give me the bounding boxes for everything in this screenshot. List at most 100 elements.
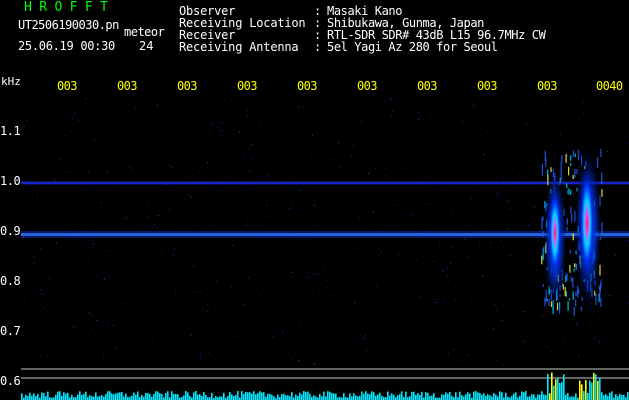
histogram-bar — [27, 396, 29, 400]
histogram-bar — [177, 394, 179, 400]
histogram-bar — [329, 391, 331, 400]
noise-speck — [403, 257, 405, 259]
noise-speck — [146, 203, 148, 205]
noise-speck — [175, 169, 177, 171]
histogram-bar — [525, 391, 527, 400]
histogram-bar — [271, 394, 273, 400]
noise-speck — [621, 127, 623, 129]
histogram-bar — [223, 392, 225, 400]
noise-speck — [362, 145, 364, 147]
noise-speck — [49, 194, 51, 195]
noise-speck — [431, 185, 433, 187]
noise-speck — [251, 349, 253, 351]
noise-speck — [85, 98, 87, 100]
histogram-bar — [449, 392, 451, 400]
noise-speck — [135, 356, 137, 358]
noise-speck — [214, 199, 216, 200]
noise-speck — [391, 224, 393, 226]
histogram-bar — [585, 380, 587, 400]
noise-speck — [356, 341, 358, 343]
noise-speck — [90, 165, 92, 167]
noise-speck — [104, 277, 106, 279]
histogram-bar — [615, 394, 617, 400]
noise-speck — [339, 165, 341, 167]
noise-speck — [130, 168, 132, 170]
histogram-bar — [321, 396, 323, 400]
noise-speck — [77, 119, 79, 121]
noise-speck — [310, 158, 311, 160]
histogram-bar — [421, 391, 423, 400]
noise-speck — [615, 299, 617, 301]
noise-speck — [578, 118, 580, 120]
noise-speck — [207, 303, 209, 305]
noise-speck — [436, 170, 438, 172]
histogram-bar — [303, 391, 305, 400]
noise-speck — [330, 362, 332, 364]
noise-speck — [365, 313, 367, 315]
noise-speck — [572, 318, 574, 320]
histogram-bar — [325, 396, 327, 400]
histogram-bar — [119, 392, 121, 400]
noise-speck — [507, 200, 508, 202]
noise-speck — [547, 346, 549, 348]
noise-speck — [232, 244, 234, 246]
echo-streak — [565, 291, 567, 297]
noise-speck — [589, 309, 591, 311]
noise-speck — [211, 355, 212, 356]
noise-speck — [468, 144, 470, 146]
noise-speck — [594, 149, 595, 150]
noise-speck — [397, 128, 399, 130]
noise-speck — [163, 154, 165, 155]
noise-speck — [107, 128, 109, 130]
noise-speck — [72, 115, 74, 117]
noise-speck — [201, 337, 203, 339]
histogram-bar — [533, 394, 535, 400]
noise-speck — [469, 326, 471, 328]
histogram-bar — [387, 391, 389, 400]
noise-speck — [483, 154, 485, 155]
noise-speck — [93, 139, 95, 141]
noise-speck — [297, 320, 299, 322]
histogram-bar — [551, 372, 553, 400]
echo-streak — [572, 277, 574, 289]
noise-speck — [63, 203, 65, 205]
noise-speck — [92, 255, 94, 257]
histogram-bar — [257, 393, 259, 400]
histogram-bar — [623, 394, 625, 400]
noise-speck — [473, 107, 474, 109]
echo-streak — [544, 297, 546, 306]
echo-streak — [558, 306, 561, 314]
histogram-bar — [451, 395, 453, 400]
noise-speck — [444, 144, 446, 146]
meteor-count: 24 — [139, 39, 154, 53]
noise-speck — [134, 109, 136, 111]
histogram-bar — [77, 394, 79, 400]
noise-speck — [326, 286, 328, 288]
noise-speck — [441, 338, 443, 340]
histogram-bar — [89, 395, 91, 400]
noise-speck — [496, 196, 498, 197]
noise-speck — [499, 112, 501, 114]
histogram-bar — [595, 374, 597, 400]
histogram-bar — [57, 391, 59, 400]
noise-speck — [365, 291, 367, 293]
histogram-bar — [333, 393, 335, 400]
noise-speck — [330, 294, 332, 296]
noise-speck — [292, 200, 294, 202]
noise-speck — [251, 189, 253, 190]
noise-speck — [171, 167, 173, 168]
noise-speck — [456, 111, 458, 113]
echo-streak — [580, 306, 582, 311]
histogram-bar — [125, 393, 127, 400]
noise-speck — [219, 150, 221, 152]
histogram-bar — [277, 394, 279, 400]
carrier-line-1000hz-halo — [21, 181, 629, 185]
noise-speck — [467, 121, 469, 123]
histogram-bar — [315, 396, 317, 400]
frequency-unit-label: kHz — [1, 75, 21, 88]
noise-speck — [528, 225, 530, 227]
noise-speck — [108, 250, 110, 252]
noise-speck — [173, 248, 175, 250]
histogram-bar — [575, 393, 577, 400]
histogram-bar — [103, 396, 105, 400]
